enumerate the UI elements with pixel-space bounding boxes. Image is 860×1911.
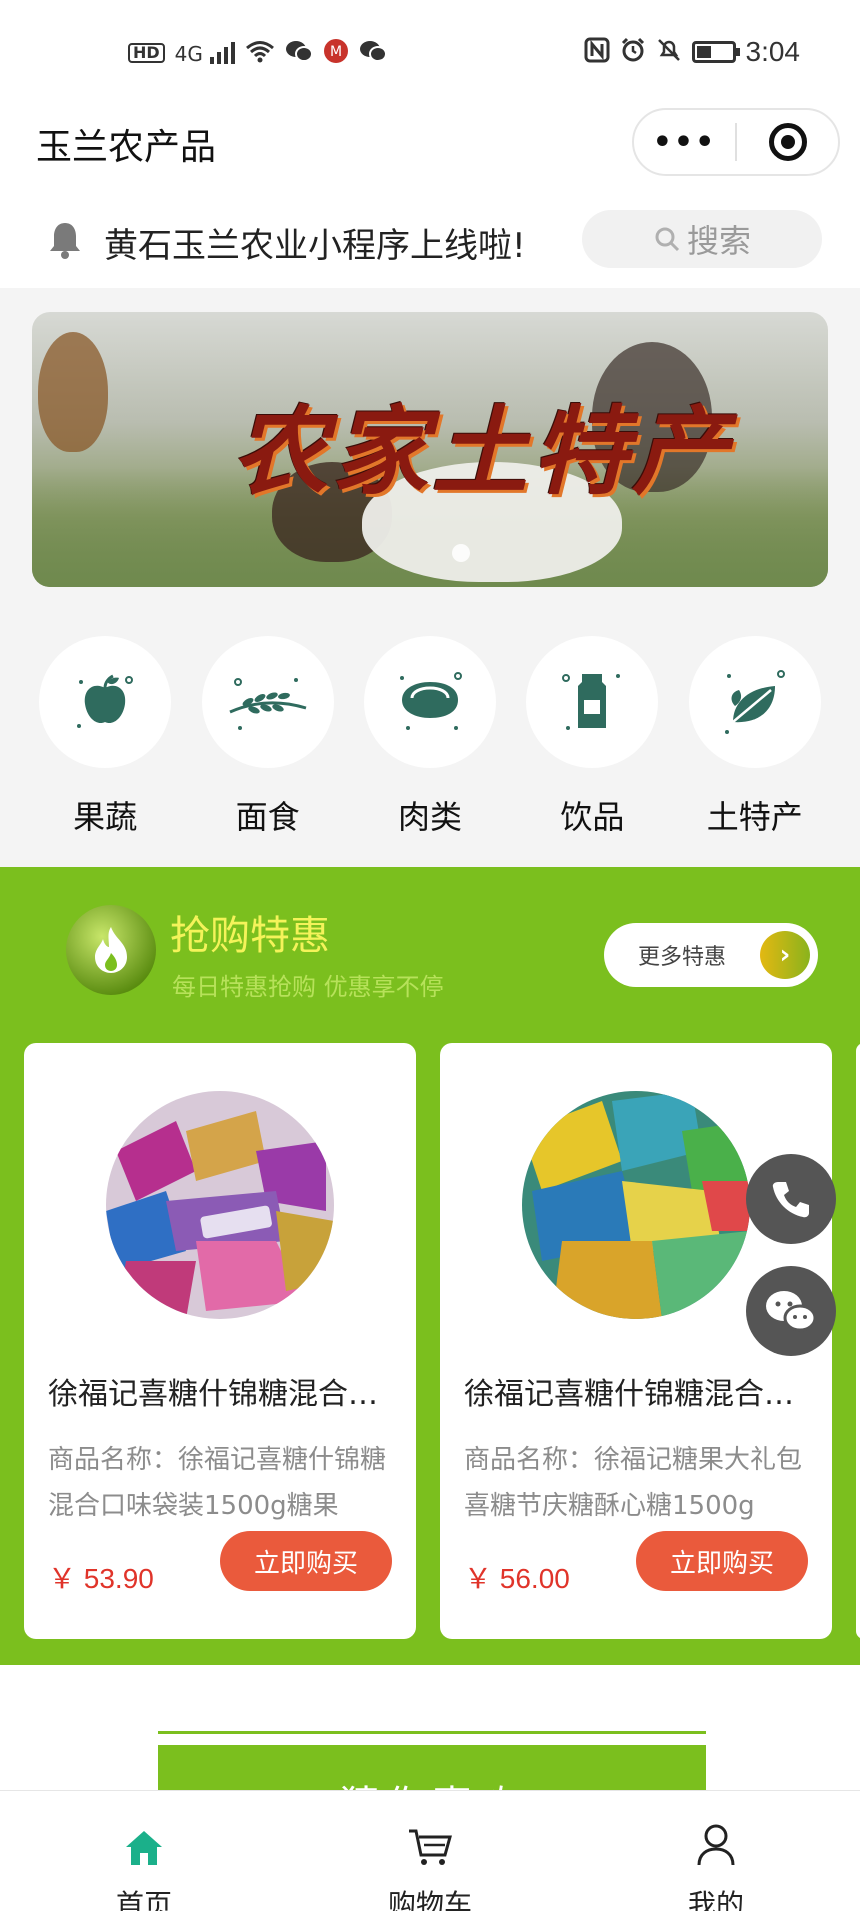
banner-carousel[interactable]: 农家土特产 — [32, 312, 828, 587]
cart-icon — [350, 1811, 510, 1867]
category-grid: 果蔬 面食 肉类 饮品 土特产 — [0, 612, 860, 867]
4g-signal-icon: 4G — [175, 41, 236, 65]
category-icon-circle — [688, 636, 821, 768]
section-subtitle: 每日特惠抢购 优惠享不停 — [172, 973, 444, 1001]
svg-text:M: M — [330, 44, 342, 60]
nav-bar: 玉兰农产品 ••• — [0, 108, 860, 200]
category-icon-circle — [201, 636, 334, 768]
tab-label: 我的 — [687, 1888, 744, 1911]
bell-icon — [50, 223, 80, 259]
tab-label: 首页 — [115, 1888, 172, 1911]
notice-bar: 黄石玉兰农业小程序上线啦! 搜索 — [0, 200, 860, 288]
wechat-icon — [285, 39, 314, 67]
more-deals-label: 更多特惠 — [638, 945, 727, 970]
category-label: 面食 — [235, 798, 300, 836]
app-icon: M — [323, 38, 349, 68]
status-left-icons: HD 4G M — [128, 38, 388, 68]
category-fruit-veg[interactable]: 果蔬 — [35, 612, 175, 867]
next-product-card-peek[interactable] — [856, 1043, 860, 1639]
more-deals-button[interactable]: 更多特惠 › — [604, 923, 818, 987]
alarm-icon — [620, 37, 646, 67]
wifi-icon — [245, 39, 275, 67]
wechat-icon — [359, 39, 388, 67]
mute-icon — [656, 37, 682, 67]
meat-icon — [399, 672, 462, 730]
category-icon-circle — [39, 636, 172, 768]
banner-title: 农家土特产 — [232, 395, 732, 508]
search-icon — [655, 227, 680, 252]
milk-icon — [562, 674, 621, 730]
wechat-icon — [766, 1291, 817, 1332]
tab-label: 购物车 — [387, 1888, 472, 1911]
chevron-right-icon: › — [760, 931, 810, 979]
product-title: 徐福记喜糖什锦糖混合口味袋装 — [464, 1377, 808, 1412]
apple-icon — [77, 674, 134, 728]
user-icon — [636, 1811, 796, 1867]
wechat-contact-button[interactable] — [746, 1266, 836, 1356]
leaf-icon — [724, 670, 785, 734]
category-label: 土特产 — [706, 798, 803, 836]
flash-sale-section: 抢购特惠 每日特惠抢购 优惠享不停 更多特惠 › 徐福记喜糖什锦糖混合口 商品名… — [0, 867, 860, 1665]
wheat-icon — [228, 678, 307, 730]
category-label: 肉类 — [397, 798, 462, 836]
category-specialty[interactable]: 土特产 — [685, 612, 825, 867]
category-meat[interactable]: 肉类 — [360, 612, 500, 867]
product-image — [106, 1091, 334, 1319]
category-icon-circle — [363, 636, 496, 768]
page: HD 4G M 3:04 玉兰农产品 ••• 黄石玉兰农业小程序上线啦! 搜索 … — [0, 0, 860, 1911]
page-title: 玉兰农产品 — [36, 127, 217, 168]
category-label: 饮品 — [560, 798, 625, 836]
notice-text: 黄石玉兰农业小程序上线啦! — [104, 226, 526, 266]
close-miniprogram-button[interactable] — [737, 123, 838, 161]
product-card[interactable]: 徐福记喜糖什锦糖混合口味袋装1500g糖果 商品名称：徐福记喜糖什锦糖混合口味袋… — [24, 1043, 416, 1639]
bottom-tab-bar: 首页 购物车 我的 — [0, 1790, 860, 1911]
buy-now-button[interactable]: 立即购买 — [636, 1531, 808, 1591]
clock: 3:04 — [745, 36, 801, 67]
category-drinks[interactable]: 饮品 — [522, 612, 662, 867]
section-divider — [158, 1731, 706, 1734]
search-button[interactable]: 搜索 — [582, 210, 822, 268]
miniprogram-capsule: ••• — [632, 108, 840, 176]
phone-call-button[interactable] — [746, 1154, 836, 1244]
category-noodles[interactable]: 面食 — [198, 612, 338, 867]
product-price: ￥ 56.00 — [464, 1563, 570, 1594]
product-price: ￥ 53.90 — [48, 1563, 154, 1594]
category-label: 果蔬 — [73, 798, 138, 836]
battery-icon — [691, 41, 740, 63]
section-title: 抢购特惠 — [170, 913, 330, 959]
hd-icon: HD — [128, 43, 165, 63]
more-menu-button[interactable]: ••• — [634, 125, 735, 160]
target-icon — [768, 123, 807, 161]
nfc-icon — [584, 37, 610, 67]
banner-hen-image — [38, 332, 108, 452]
fire-icon — [66, 905, 156, 995]
product-description: 商品名称：徐福记糖果大礼包喜糖节庆糖酥心糖1500g — [464, 1445, 803, 1521]
product-image — [522, 1091, 750, 1319]
tab-cart[interactable]: 购物车 — [350, 1791, 510, 1911]
product-description: 商品名称：徐福记喜糖什锦糖混合口味袋装1500g糖果 — [48, 1445, 387, 1521]
buy-now-button[interactable]: 立即购买 — [220, 1531, 392, 1591]
product-title: 徐福记喜糖什锦糖混合口味袋装1500g糖果 — [48, 1377, 392, 1412]
tab-profile[interactable]: 我的 — [636, 1791, 796, 1911]
category-icon-circle — [526, 636, 659, 768]
home-icon — [64, 1811, 224, 1867]
network-type: 4G — [174, 42, 203, 66]
carousel-indicator[interactable] — [452, 544, 470, 562]
phone-icon — [772, 1182, 809, 1218]
tab-home[interactable]: 首页 — [64, 1791, 224, 1911]
status-right-icons: 3:04 — [584, 36, 801, 68]
search-label: 搜索 — [686, 222, 751, 260]
recommendation-section: 猜你喜欢 — [0, 1665, 860, 1805]
status-bar: HD 4G M 3:04 — [0, 0, 860, 108]
